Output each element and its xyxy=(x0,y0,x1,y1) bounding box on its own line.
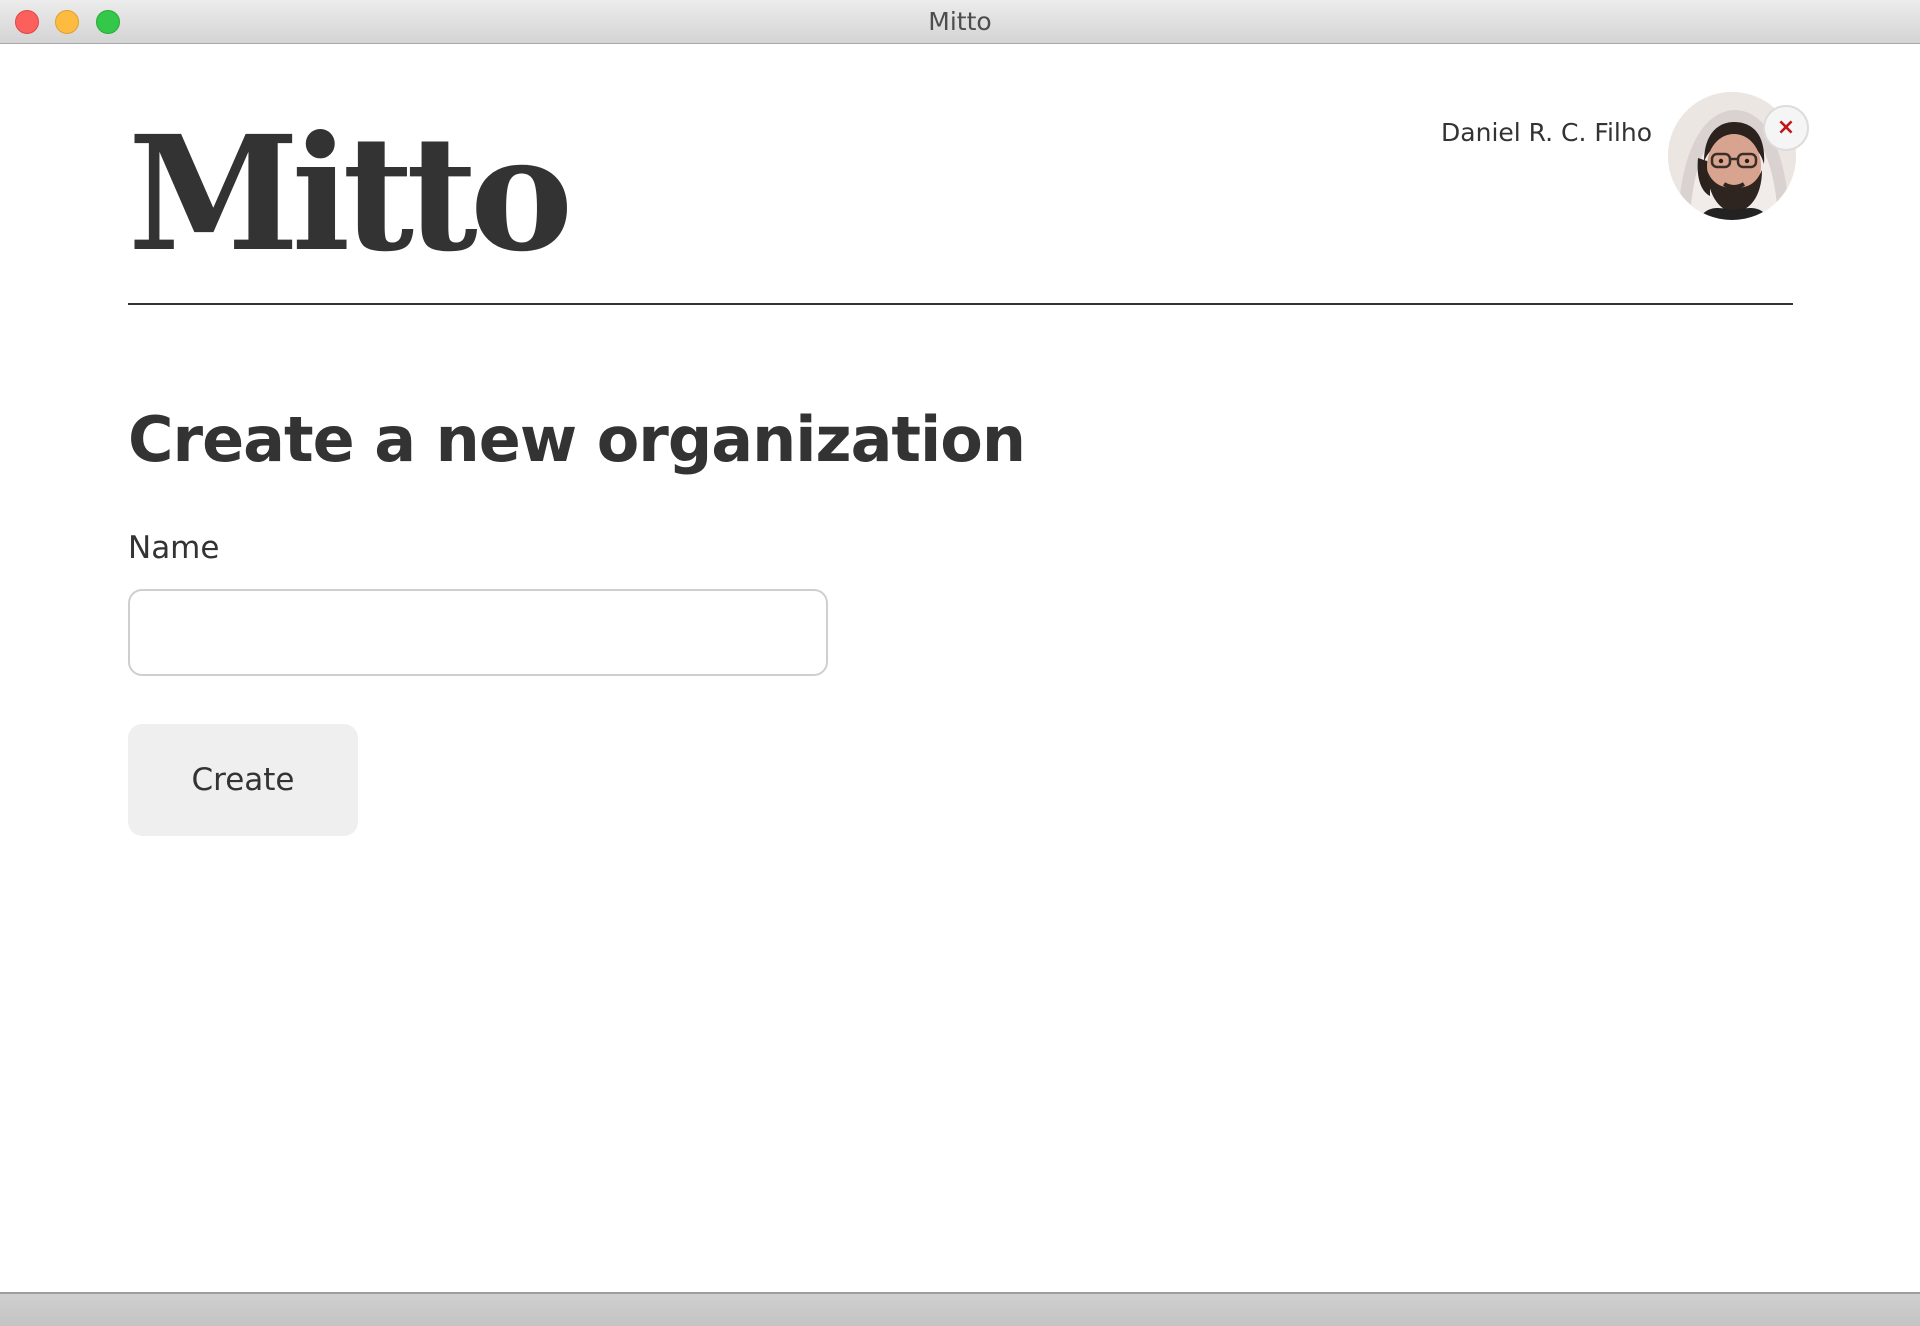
close-icon: × xyxy=(1776,115,1796,140)
page-content: Mitto Daniel R. C. Filho × Create a new … xyxy=(0,44,1920,1292)
header-divider xyxy=(128,303,1793,305)
name-label: Name xyxy=(128,530,220,566)
user-name: Daniel R. C. Filho xyxy=(1441,118,1652,147)
logout-button[interactable]: × xyxy=(1763,105,1809,151)
title-bar[interactable]: Mitto xyxy=(0,0,1920,44)
app-window: Mitto Mitto Daniel R. C. Filho × Create … xyxy=(0,0,1920,1326)
app-logo: Mitto xyxy=(128,102,573,287)
create-button[interactable]: Create xyxy=(128,724,358,836)
name-input[interactable] xyxy=(128,589,828,676)
window-bottom-bar xyxy=(0,1292,1920,1326)
window-title: Mitto xyxy=(928,7,992,36)
page-title: Create a new organization xyxy=(128,403,1026,476)
